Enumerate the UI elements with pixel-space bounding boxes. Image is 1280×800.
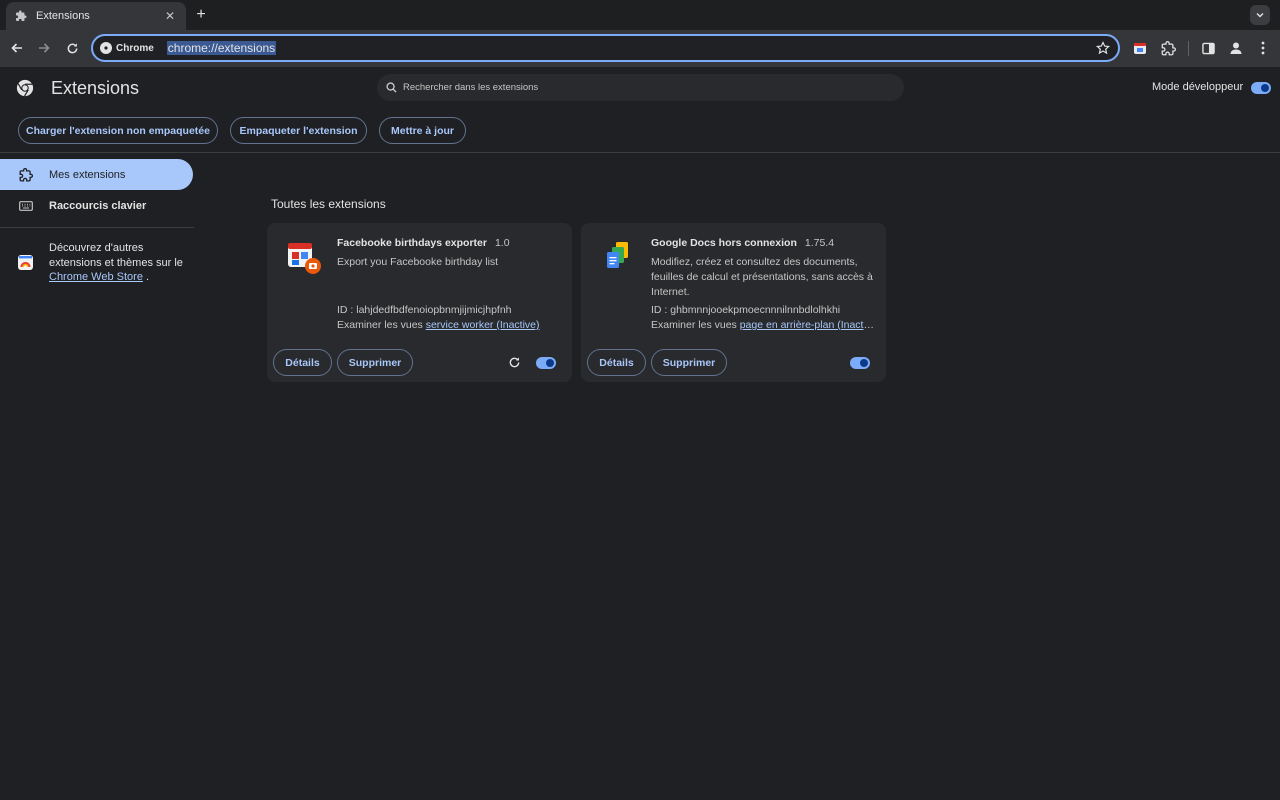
sidebar-divider [0,227,194,228]
arrow-right-icon [39,43,50,53]
profile-button[interactable] [1227,39,1245,57]
extension-icon [19,167,33,182]
side-panel-icon [1201,42,1215,54]
back-button[interactable] [7,38,27,58]
extensions-header: Extensions Rechercher dans les extension… [0,67,1280,153]
sidebar-item-my-extensions[interactable]: Mes extensions [0,159,193,190]
extension-name: Facebooke birthdays exporter 1.0 [337,237,510,249]
details-button[interactable]: Détails [273,349,332,376]
remove-button[interactable]: Supprimer [651,349,727,376]
extension-description: Modifiez, créez et consultez des documen… [651,256,873,298]
reload-button[interactable] [62,38,82,58]
search-icon [386,82,397,93]
inspect-views: Examiner les vues page en arrière-plan (… [651,319,876,331]
site-info-chip[interactable]: Chrome [100,38,164,58]
pack-extension-button[interactable]: Empaqueter l'extension [230,117,367,144]
chrome-logo-icon [16,79,34,97]
inspect-views: Examiner les vues service worker (Inacti… [337,319,562,331]
developer-mode-label: Mode développeur [1152,81,1244,93]
forward-button[interactable] [34,38,54,58]
inspect-prefix: Examiner les vues [337,319,423,331]
sidebar-item-keyboard-shortcuts[interactable]: Raccourcis clavier [0,190,193,221]
load-unpacked-button[interactable]: Charger l'extension non empaquetée [18,117,218,144]
update-button[interactable]: Mettre à jour [379,117,466,144]
tab-extensions[interactable]: Extensions ✕ [6,2,186,30]
background-page-link[interactable]: page en arrière-plan (Inactive) [740,319,876,331]
search-placeholder: Rechercher dans les extensions [403,82,539,93]
remove-button[interactable]: Supprimer [337,349,413,376]
section-title: Toutes les extensions [271,197,386,211]
details-button[interactable]: Détails [587,349,646,376]
chrome-icon [100,42,112,54]
browser-toolbar: Chrome chrome://extensions [0,30,1280,67]
web-store-icon [18,255,33,270]
tab-title: Extensions [36,10,90,22]
reload-icon[interactable] [508,356,522,370]
more-vert-icon [1261,41,1265,55]
new-tab-button[interactable]: + [192,6,210,24]
extension-title: Facebooke birthdays exporter [337,237,487,249]
extension-name: Google Docs hors connexion 1.75.4 [651,237,834,249]
toolbar-divider [1188,41,1189,56]
tab-search-button[interactable] [1250,5,1270,25]
chevron-down-icon [1256,13,1264,18]
extension-enabled-toggle[interactable] [850,357,870,369]
extension-version: 1.0 [494,237,510,249]
extension-id: ID : lahjdedfbdfenoiopbnmjijmicjhpfnh [337,304,512,316]
chrome-web-store-link[interactable]: Chrome Web Store [49,271,143,283]
puzzle-icon [14,9,28,23]
calendar-extension-button[interactable] [1131,39,1149,57]
extension-card: Facebooke birthdays exporter 1.0 Export y… [267,223,572,382]
calendar-gift-icon [286,239,322,275]
close-tab-icon[interactable]: ✕ [162,8,178,24]
chip-label: Chrome [116,42,154,54]
url-text[interactable]: chrome://extensions [166,41,277,55]
store-text: Découvrez d'autres extensions et thèmes … [49,242,183,269]
side-panel-button[interactable] [1199,39,1217,57]
reload-icon [67,42,77,53]
sidebar-item-label: Raccourcis clavier [49,199,147,212]
address-bar[interactable]: Chrome chrome://extensions [91,34,1120,62]
sidebar-item-label: Mes extensions [49,168,126,181]
extension-version: 1.75.4 [804,237,835,249]
store-suffix: . [146,271,150,283]
arrow-left-icon [11,43,22,53]
person-icon [1230,42,1242,54]
extension-id: ID : ghbmnnjooekpmoecnnnilnnbdlolhkhi [651,304,841,316]
extension-enabled-toggle[interactable] [536,357,556,369]
extensions-menu-button[interactable] [1159,39,1177,57]
bookmark-star-icon[interactable] [1095,41,1111,55]
inspect-prefix: Examiner les vues [651,319,737,331]
calendar-icon [1134,43,1146,54]
service-worker-link[interactable]: service worker (Inactive) [426,319,540,331]
extensions-search[interactable]: Rechercher dans les extensions [377,74,904,101]
extension-title: Google Docs hors connexion [651,237,797,249]
extension-card: Google Docs hors connexion 1.75.4 Modifie… [581,223,886,382]
google-docs-icon [600,239,636,275]
web-store-promo: Découvrez d'autres extensions et thèmes … [49,241,194,285]
chrome-menu-button[interactable] [1254,39,1272,57]
keyboard-icon [19,199,33,213]
developer-mode-toggle[interactable] [1251,82,1271,94]
puzzle-icon [1161,40,1176,55]
page-title: Extensions [51,78,140,98]
tab-strip: Extensions ✕ + [0,0,1280,30]
extension-description: Export you Facebooke birthday list [337,256,499,268]
